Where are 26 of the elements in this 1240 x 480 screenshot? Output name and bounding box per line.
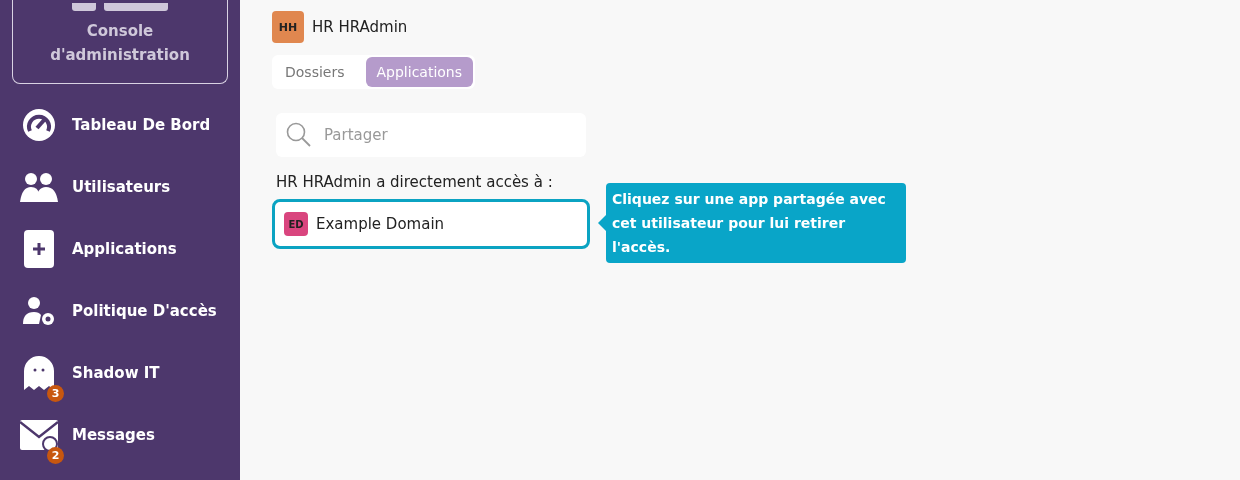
count-badge: 3 xyxy=(47,385,64,402)
access-heading: HR HRAdmin a directement accès à : xyxy=(276,173,554,191)
sidebar-item[interactable]: Utilisateurs xyxy=(0,156,240,218)
user-gear-icon xyxy=(22,296,56,326)
search-icon xyxy=(286,122,312,148)
search-input[interactable]: Partager xyxy=(322,112,576,158)
plus-icon xyxy=(24,230,54,268)
sidebar-item[interactable]: 3 Shadow IT xyxy=(0,342,240,404)
console-card[interactable]: Console d'administration xyxy=(12,0,228,84)
sidebar-item[interactable]: 2 Messages xyxy=(0,404,240,466)
tooltip: Cliquez sur une app partagée avec cet utilisateur pour lui retirer l'accès. xyxy=(598,183,906,263)
app-avatar: ED xyxy=(284,212,308,236)
sidebar-item[interactable]: Tableau De Bord xyxy=(0,94,240,156)
envelope-icon xyxy=(20,420,58,450)
tab[interactable]: Dossiers xyxy=(274,57,356,87)
search-field[interactable]: Partager xyxy=(276,113,586,157)
user-avatar: HH xyxy=(272,11,304,43)
console-label: Console d'administration xyxy=(49,21,191,66)
sidebar-item[interactable]: Politique D'accès xyxy=(0,280,240,342)
app-item[interactable]: ED Example Domain xyxy=(272,199,590,249)
user-name: HR HRAdmin xyxy=(312,18,408,36)
ghost-icon xyxy=(24,356,54,390)
gauge-icon xyxy=(22,108,56,142)
sidebar-item[interactable]: Applications xyxy=(0,218,240,280)
count-badge: 2 xyxy=(47,447,64,464)
users-icon xyxy=(20,172,58,202)
